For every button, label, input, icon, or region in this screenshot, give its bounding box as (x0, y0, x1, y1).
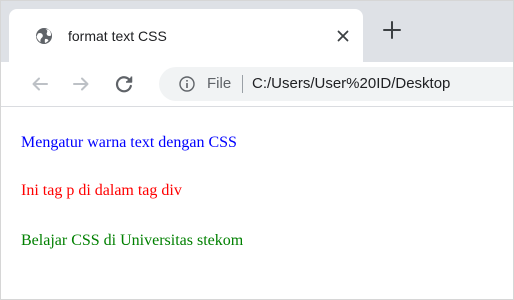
tab-title: format text CSS (68, 28, 167, 44)
scheme-label: File (207, 75, 232, 92)
separator (242, 75, 243, 93)
url-text[interactable]: C:/Users/User%20ID/Desktop (252, 74, 450, 94)
page-content: Mengatur warna text dengan CSS Ini tag p… (1, 107, 513, 299)
new-tab-button[interactable] (381, 19, 403, 41)
toolbar: File C:/Users/User%20ID/Desktop (1, 62, 513, 107)
globe-icon (36, 28, 52, 44)
back-button[interactable] (28, 72, 52, 96)
browser-window: format text CSS File C:/Users/User%20ID/… (0, 0, 514, 300)
address-bar[interactable]: File C:/Users/User%20ID/Desktop (159, 67, 513, 101)
close-icon[interactable] (333, 26, 353, 46)
forward-button[interactable] (69, 72, 93, 96)
text-line-green: Belajar CSS di Universitas stekom (21, 232, 244, 249)
text-line-red: Ini tag p di dalam tag div (21, 182, 182, 199)
tab-format-text-css[interactable]: format text CSS (9, 9, 363, 62)
reload-button[interactable] (112, 72, 136, 96)
info-icon[interactable] (179, 76, 195, 92)
text-line-blue: Mengatur warna text dengan CSS (21, 134, 237, 151)
tab-strip: format text CSS (1, 1, 513, 62)
